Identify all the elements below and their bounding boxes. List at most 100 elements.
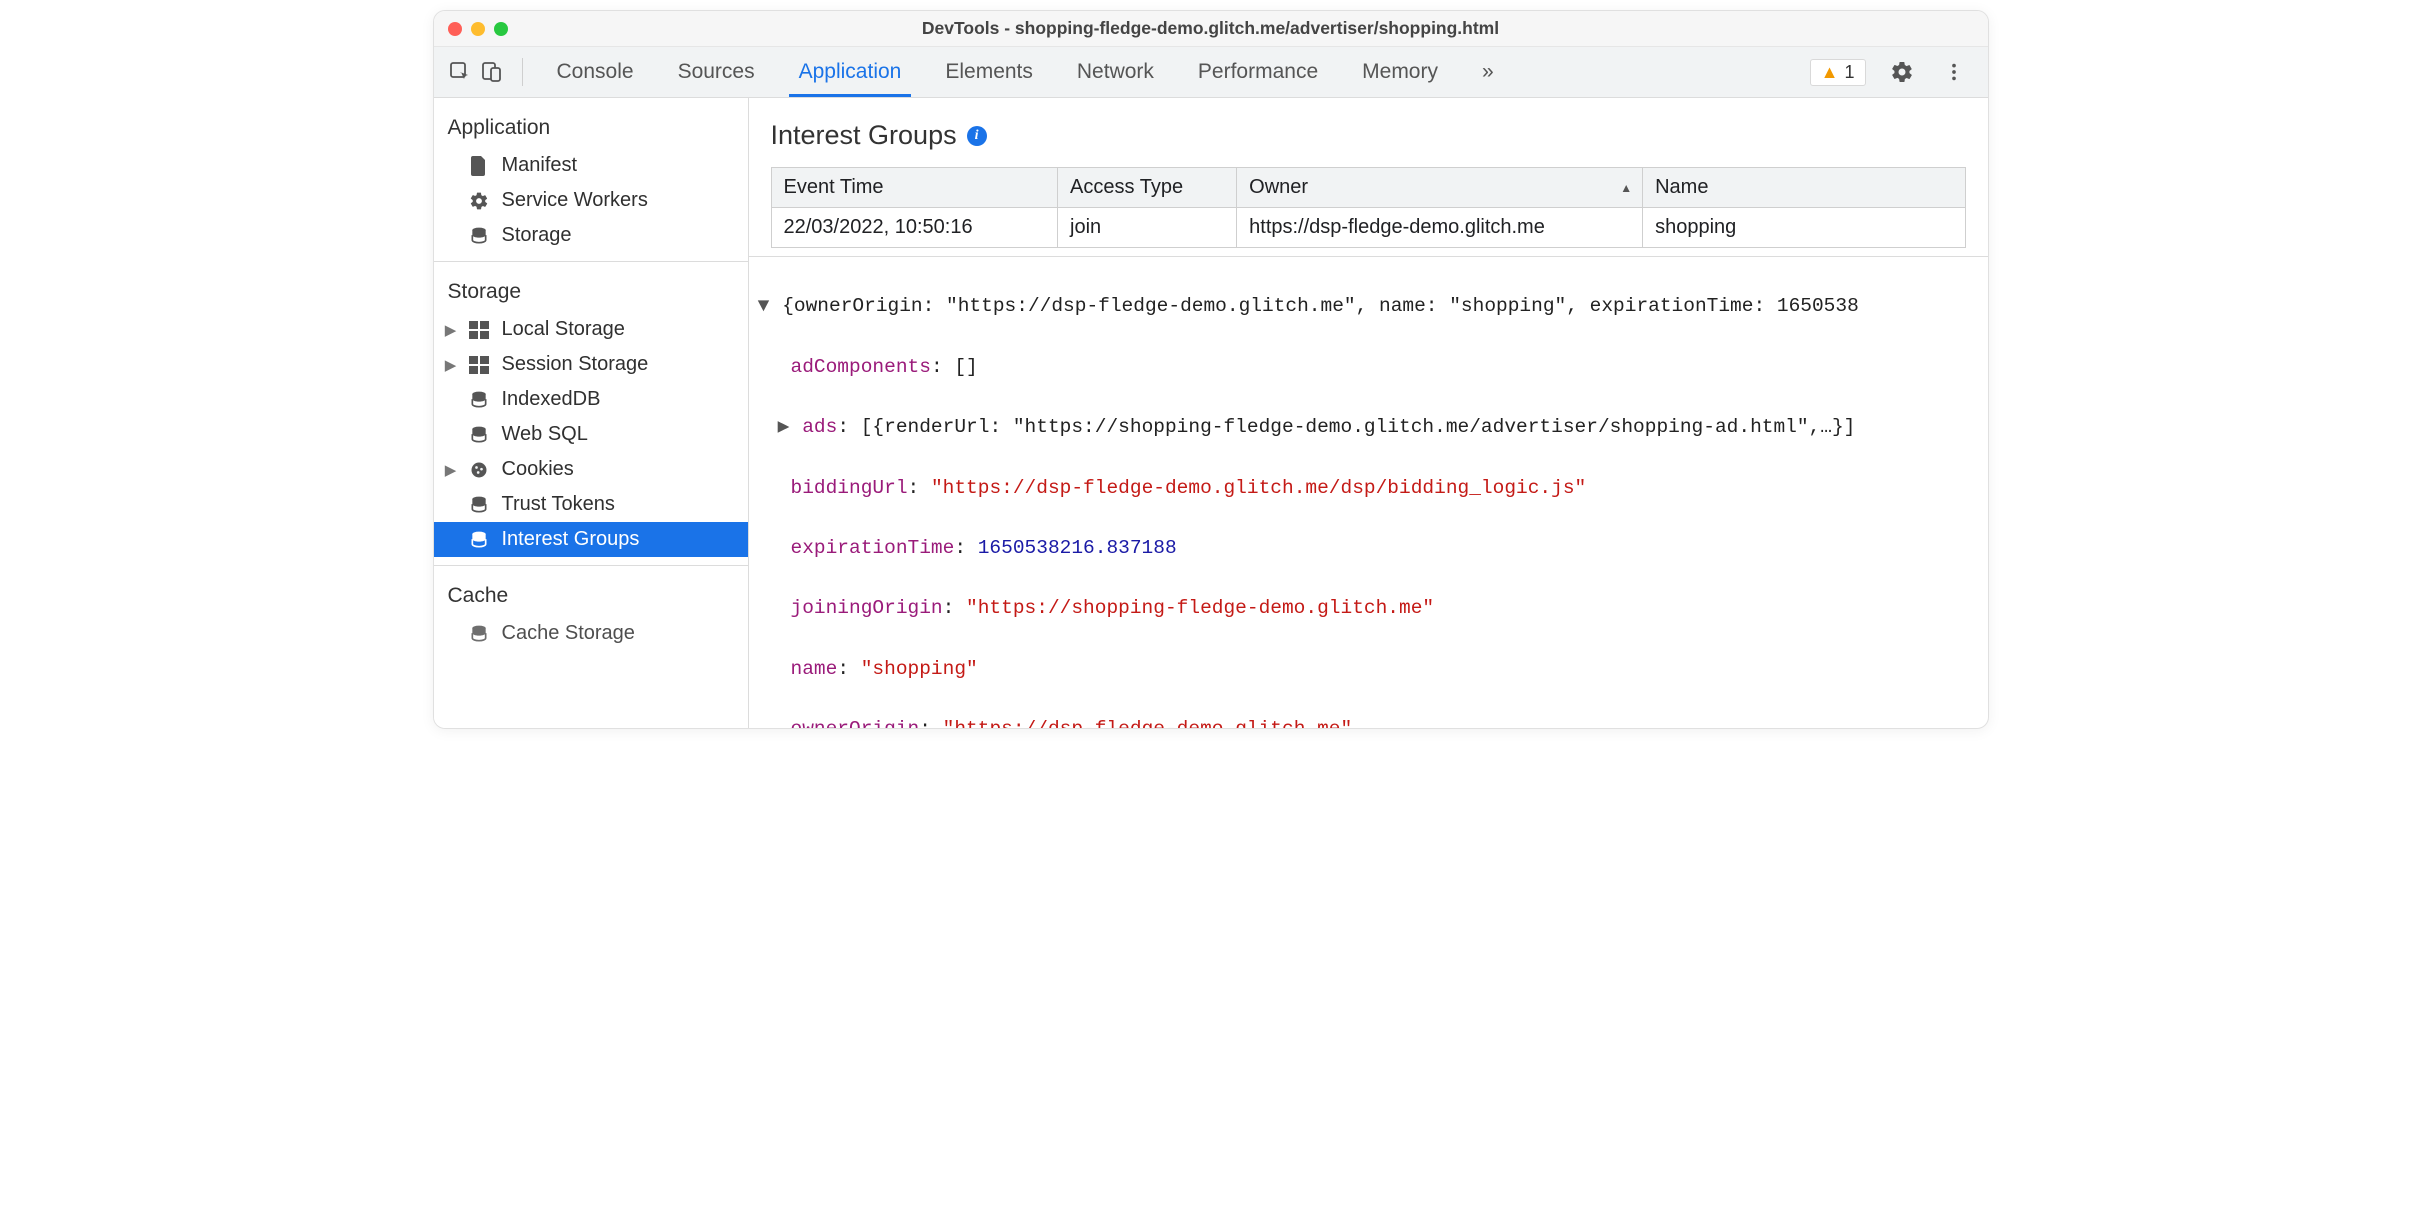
cell-name: shopping: [1643, 208, 1965, 248]
sidebar-item-label: Web SQL: [502, 423, 588, 446]
file-icon: [468, 155, 490, 177]
prop-val: []: [954, 356, 977, 378]
prop-key: ownerOrigin: [791, 718, 920, 728]
cookie-icon: [468, 459, 490, 481]
kebab-menu-icon[interactable]: [1938, 56, 1970, 88]
col-name[interactable]: Name: [1643, 168, 1965, 208]
sidebar-item-service-workers[interactable]: ▶ Service Workers: [434, 183, 748, 218]
database-icon: [468, 424, 490, 446]
minimize-window-button[interactable]: [471, 22, 485, 36]
panel-title: Interest Groups: [771, 120, 957, 151]
sidebar-item-label: IndexedDB: [502, 388, 601, 411]
sidebar-item-session-storage[interactable]: ▶ Session Storage: [434, 347, 748, 382]
expand-icon[interactable]: ▶: [444, 461, 458, 479]
sidebar-item-interest-groups[interactable]: ▶ Interest Groups: [434, 522, 748, 557]
cell-access-type: join: [1058, 208, 1237, 248]
window-title: DevTools - shopping-fledge-demo.glitch.m…: [508, 18, 1914, 39]
sidebar-item-cache-storage[interactable]: ▶ Cache Storage: [434, 616, 748, 651]
sidebar-section-application: Application: [434, 98, 748, 148]
tab-performance[interactable]: Performance: [1198, 48, 1318, 96]
tab-memory[interactable]: Memory: [1362, 48, 1438, 96]
cell-event-time: 22/03/2022, 10:50:16: [771, 208, 1058, 248]
close-window-button[interactable]: [448, 22, 462, 36]
col-owner[interactable]: Owner▲: [1237, 168, 1643, 208]
toolbar-divider: [522, 58, 523, 86]
main-toolbar: Console Sources Application Elements Net…: [434, 47, 1988, 98]
sidebar-item-label: Manifest: [502, 154, 578, 177]
warnings-badge[interactable]: ▲ 1: [1810, 59, 1866, 86]
settings-icon[interactable]: [1886, 56, 1918, 88]
prop-val: "shopping": [861, 658, 978, 680]
col-access-type[interactable]: Access Type: [1058, 168, 1237, 208]
sidebar-item-indexeddb[interactable]: ▶ IndexedDB: [434, 382, 748, 417]
tab-console[interactable]: Console: [557, 48, 634, 96]
tab-sources[interactable]: Sources: [678, 48, 755, 96]
table-icon: [468, 354, 490, 376]
prop-val: "https://shopping-fledge-demo.glitch.me": [966, 597, 1434, 619]
prop-val: [{renderUrl: "https://shopping-fledge-de…: [861, 416, 1856, 438]
sidebar-item-storage-overview[interactable]: ▶ Storage: [434, 218, 748, 253]
prop-val: 1650538216.837188: [978, 537, 1177, 559]
toolbar-right: ▲ 1: [1810, 56, 1978, 88]
device-toolbar-icon[interactable]: [476, 56, 508, 88]
prop-key: expirationTime: [791, 537, 955, 559]
prop-val: "https://dsp-fledge-demo.glitch.me": [943, 718, 1353, 728]
titlebar: DevTools - shopping-fledge-demo.glitch.m…: [434, 11, 1988, 47]
prop-val: "https://dsp-fledge-demo.glitch.me/dsp/b…: [931, 477, 1586, 499]
prop-key: joiningOrigin: [791, 597, 943, 619]
gear-icon: [468, 190, 490, 212]
sidebar-item-label: Cookies: [502, 458, 574, 481]
devtools-window: DevTools - shopping-fledge-demo.glitch.m…: [433, 10, 1989, 729]
expand-icon[interactable]: ▶: [444, 356, 458, 374]
sidebar-item-trust-tokens[interactable]: ▶ Trust Tokens: [434, 487, 748, 522]
more-tabs-button[interactable]: »: [1482, 48, 1494, 96]
database-icon: [468, 623, 490, 645]
database-icon: [468, 529, 490, 551]
warnings-count: 1: [1844, 62, 1854, 83]
sidebar-item-websql[interactable]: ▶ Web SQL: [434, 417, 748, 452]
table-header-row: Event Time Access Type Owner▲ Name: [771, 168, 1965, 208]
prop-key: ads: [802, 416, 837, 438]
panel-tabs: Console Sources Application Elements Net…: [537, 48, 1810, 96]
table-icon: [468, 319, 490, 341]
database-icon: [468, 389, 490, 411]
panel-header: Interest Groups i: [749, 98, 1988, 167]
sidebar-item-cookies[interactable]: ▶ Cookies: [434, 452, 748, 487]
sidebar-section-cache: Cache: [434, 566, 748, 616]
object-summary: {ownerOrigin: "https://dsp-fledge-demo.g…: [782, 295, 1859, 317]
interest-groups-table: Event Time Access Type Owner▲ Name 22/03…: [771, 167, 1966, 248]
cell-owner: https://dsp-fledge-demo.glitch.me: [1237, 208, 1643, 248]
window-controls: [448, 22, 508, 36]
sidebar-item-label: Storage: [502, 224, 572, 247]
prop-key: name: [791, 658, 838, 680]
prop-key: adComponents: [791, 356, 931, 378]
sidebar-item-label: Interest Groups: [502, 528, 640, 551]
database-icon: [468, 494, 490, 516]
col-event-time[interactable]: Event Time: [771, 168, 1058, 208]
expand-icon[interactable]: ▶: [444, 321, 458, 339]
sidebar-item-local-storage[interactable]: ▶ Local Storage: [434, 312, 748, 347]
sidebar-item-label: Cache Storage: [502, 622, 635, 645]
tab-network[interactable]: Network: [1077, 48, 1154, 96]
tab-elements[interactable]: Elements: [945, 48, 1033, 96]
info-icon[interactable]: i: [967, 126, 987, 146]
sidebar-item-label: Service Workers: [502, 189, 648, 212]
sort-asc-icon: ▲: [1620, 181, 1632, 195]
sidebar-section-storage: Storage: [434, 262, 748, 312]
sidebar-item-manifest[interactable]: ▶ Manifest: [434, 148, 748, 183]
disclosure-open-icon[interactable]: ▼: [757, 291, 771, 321]
maximize-window-button[interactable]: [494, 22, 508, 36]
main-panel: Interest Groups i Event Time Access Type…: [749, 98, 1988, 728]
table-row[interactable]: 22/03/2022, 10:50:16 join https://dsp-fl…: [771, 208, 1965, 248]
sidebar-item-label: Trust Tokens: [502, 493, 615, 516]
warning-icon: ▲: [1821, 63, 1839, 81]
prop-key: biddingUrl: [791, 477, 908, 499]
body-split: Application ▶ Manifest ▶ Service Workers…: [434, 98, 1988, 728]
database-icon: [468, 225, 490, 247]
object-viewer[interactable]: ▼ {ownerOrigin: "https://dsp-fledge-demo…: [749, 256, 1988, 728]
disclosure-closed-icon[interactable]: ▶: [777, 412, 791, 442]
tab-application[interactable]: Application: [799, 48, 902, 96]
application-sidebar: Application ▶ Manifest ▶ Service Workers…: [434, 98, 749, 728]
sidebar-item-label: Local Storage: [502, 318, 625, 341]
inspect-element-icon[interactable]: [444, 56, 476, 88]
